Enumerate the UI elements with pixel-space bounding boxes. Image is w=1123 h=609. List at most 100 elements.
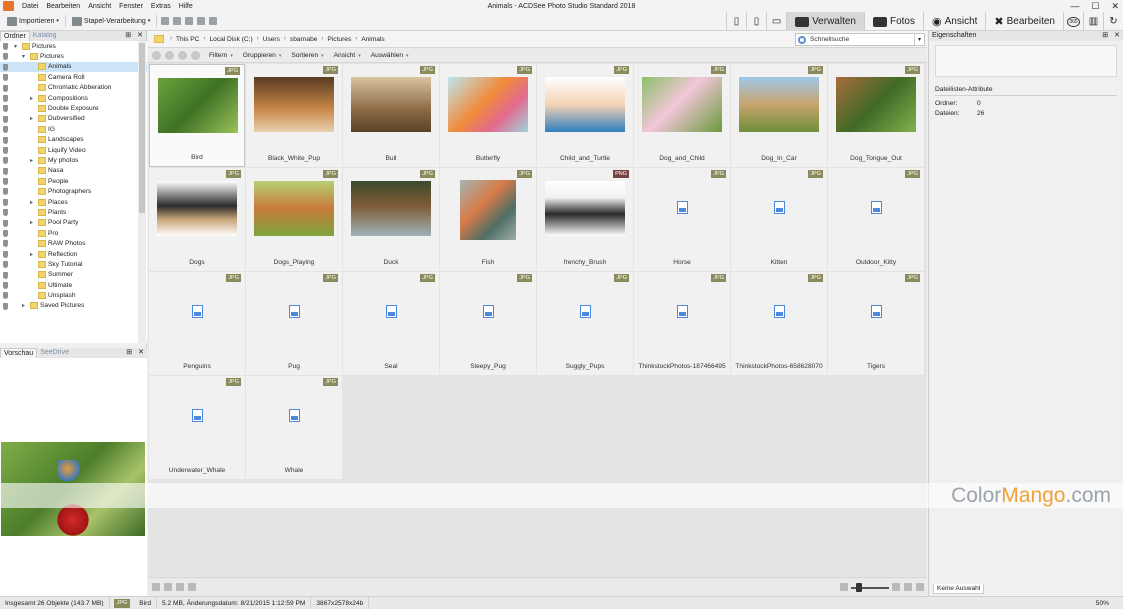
tree-item[interactable]: ▸ Reflection bbox=[0, 249, 147, 259]
minimize-button[interactable]: — bbox=[1070, 1, 1079, 11]
select-icon[interactable] bbox=[152, 583, 160, 591]
filter-bar-button[interactable]: Auswählen bbox=[366, 52, 414, 59]
tree-item[interactable]: ▸ Dubversified bbox=[0, 114, 147, 124]
tab-no-selection[interactable]: Keine Auswahl bbox=[933, 584, 985, 594]
filter-bar-button[interactable]: Filtern bbox=[204, 52, 238, 59]
tree-item[interactable]: ▸ Places bbox=[0, 197, 147, 207]
thumbnail-cell[interactable]: JPG Black_White_Pup bbox=[246, 64, 342, 167]
pin-icon[interactable] bbox=[3, 240, 8, 248]
pin-icon[interactable]: ⊞ bbox=[126, 348, 132, 356]
close-window-button[interactable]: ✕ bbox=[1111, 1, 1119, 12]
thumbnail-cell[interactable]: JPG Child_and_Turtle bbox=[537, 64, 633, 167]
expand-arrow-icon[interactable]: ▸ bbox=[30, 95, 33, 102]
tree-item[interactable]: IG bbox=[0, 124, 147, 134]
view-mode-icon[interactable] bbox=[904, 583, 912, 591]
thumbnail-cell[interactable]: JPG Kitten bbox=[731, 168, 827, 271]
tree-item[interactable]: Pro bbox=[0, 228, 147, 238]
breadcrumb-item[interactable]: Pictures bbox=[325, 36, 353, 43]
breadcrumb-item[interactable]: This PC bbox=[174, 36, 201, 43]
settings-gear-icon[interactable] bbox=[209, 17, 218, 25]
thumbnail-cell[interactable]: JPG Duck bbox=[343, 168, 439, 271]
filter-bar-button[interactable]: Gruppieren bbox=[238, 52, 287, 59]
pin-icon[interactable] bbox=[3, 74, 8, 82]
dashboard-icon[interactable]: ▥ bbox=[1083, 12, 1103, 31]
expand-arrow-icon[interactable]: ▾ bbox=[14, 43, 17, 50]
thumbnail-cell[interactable]: JPG ThinkstockPhotos-187466495 bbox=[634, 272, 730, 375]
thumbnail-cell[interactable]: JPG Dog_and_Child bbox=[634, 64, 730, 167]
tree-item[interactable]: ▸ Saved Pictures bbox=[0, 301, 147, 311]
breadcrumb-item[interactable]: Animals bbox=[359, 36, 386, 43]
tab-preview[interactable]: Vorschau bbox=[0, 348, 38, 358]
up-icon[interactable] bbox=[191, 50, 200, 60]
layout-icon-3[interactable]: ▭ bbox=[766, 12, 786, 31]
thumbnail-cell[interactable]: JPG Outdoor_Kitty bbox=[828, 168, 924, 271]
edit-icon[interactable] bbox=[185, 17, 194, 25]
pin-icon[interactable] bbox=[3, 261, 8, 269]
tree-item[interactable]: ▸ Pool Party bbox=[0, 218, 147, 228]
tab-seedrive[interactable]: SeeDrive bbox=[37, 348, 72, 358]
tree-item[interactable]: Landscapes bbox=[0, 135, 147, 145]
pin-icon[interactable] bbox=[3, 219, 8, 227]
expand-arrow-icon[interactable]: ▸ bbox=[22, 302, 25, 309]
mode-edit[interactable]: ✖ Bearbeiten bbox=[985, 12, 1063, 31]
thumbnail-cell[interactable]: JPG Pug bbox=[246, 272, 342, 375]
rotate-right-icon[interactable] bbox=[176, 583, 184, 591]
layout-icon-2[interactable]: ▯ bbox=[746, 12, 766, 31]
tree-item[interactable]: People bbox=[0, 176, 147, 186]
batch-processing-button[interactable]: Stapel-Verarbeitung ▾ bbox=[68, 16, 154, 26]
tree-item[interactable]: ▾ Pictures bbox=[0, 51, 147, 61]
thumbnail-cell[interactable]: JPG ThinkstockPhotos-658628070 bbox=[731, 272, 827, 375]
filter-bar-button[interactable]: Sortieren bbox=[286, 52, 328, 59]
mode-manage[interactable]: Verwalten bbox=[786, 12, 864, 31]
breadcrumb-item[interactable]: Users bbox=[261, 36, 282, 43]
tree-item[interactable]: Summer bbox=[0, 270, 147, 280]
menu-item[interactable]: Fenster bbox=[115, 3, 147, 10]
menu-item[interactable]: Bearbeiten bbox=[42, 3, 84, 10]
pin-icon[interactable] bbox=[3, 136, 8, 144]
thumbnail-cell[interactable]: JPG Bull bbox=[343, 64, 439, 167]
pin-icon[interactable] bbox=[3, 105, 8, 113]
quick-search-input[interactable]: Schnellsuche ▾ bbox=[795, 33, 925, 46]
tab-catalog[interactable]: Katalog bbox=[30, 31, 60, 41]
tree-item[interactable]: ▸ My photos bbox=[0, 155, 147, 165]
expand-arrow-icon[interactable]: ▸ bbox=[30, 199, 33, 206]
expand-arrow-icon[interactable]: ▸ bbox=[30, 115, 33, 122]
thumbnail-cell[interactable]: JPG Underwater_Whale bbox=[149, 376, 245, 479]
tree-item[interactable]: Ultimate bbox=[0, 280, 147, 290]
pin-icon[interactable] bbox=[3, 157, 8, 165]
import-button[interactable]: Importieren ▾ bbox=[3, 16, 63, 26]
zoom-in-icon[interactable] bbox=[892, 583, 900, 591]
pin-icon[interactable] bbox=[3, 198, 8, 206]
expand-arrow-icon[interactable]: ▾ bbox=[22, 53, 25, 60]
tree-item[interactable]: Double Exposure bbox=[0, 103, 147, 113]
tree-item[interactable]: Unsplash bbox=[0, 290, 147, 300]
back-icon[interactable] bbox=[165, 50, 174, 60]
tree-item[interactable]: Animals bbox=[0, 61, 147, 73]
pin-icon[interactable] bbox=[3, 302, 8, 310]
close-panel-icon[interactable]: ✕ bbox=[137, 31, 143, 39]
zoom-slider-handle[interactable] bbox=[856, 583, 862, 592]
thumbnail-cell[interactable]: JPG Penguins bbox=[149, 272, 245, 375]
pin-icon[interactable] bbox=[3, 53, 8, 61]
acdsee-365-icon[interactable]: 365 bbox=[1063, 12, 1083, 31]
delete-icon[interactable] bbox=[188, 583, 196, 591]
tree-item[interactable]: Liquify Video bbox=[0, 145, 147, 155]
pin-icon[interactable] bbox=[3, 250, 8, 258]
menu-item[interactable]: Ansicht bbox=[84, 3, 115, 10]
tree-item[interactable]: Nasa bbox=[0, 166, 147, 176]
mode-view[interactable]: ◉ Ansicht bbox=[923, 12, 985, 31]
tree-item[interactable]: Photographers bbox=[0, 186, 147, 196]
thumbnail-cell[interactable]: JPG Dog_In_Car bbox=[731, 64, 827, 167]
zoom-out-icon[interactable] bbox=[840, 583, 848, 591]
menu-item[interactable]: Extras bbox=[147, 3, 175, 10]
tree-scroll-thumb[interactable] bbox=[139, 43, 145, 213]
close-panel-icon[interactable]: ✕ bbox=[1114, 31, 1120, 41]
thumbnail-cell[interactable]: JPG Sleepy_Pug bbox=[440, 272, 536, 375]
tree-item[interactable]: Sky Tutorial bbox=[0, 259, 147, 269]
fit-icon[interactable] bbox=[916, 583, 924, 591]
thumbnail-cell[interactable]: JPG Dogs bbox=[149, 168, 245, 271]
pin-icon[interactable] bbox=[3, 209, 8, 217]
menu-item[interactable]: Hilfe bbox=[175, 3, 197, 10]
tree-scrollbar[interactable] bbox=[138, 41, 146, 343]
thumbnail-cell[interactable]: JPG Horse bbox=[634, 168, 730, 271]
